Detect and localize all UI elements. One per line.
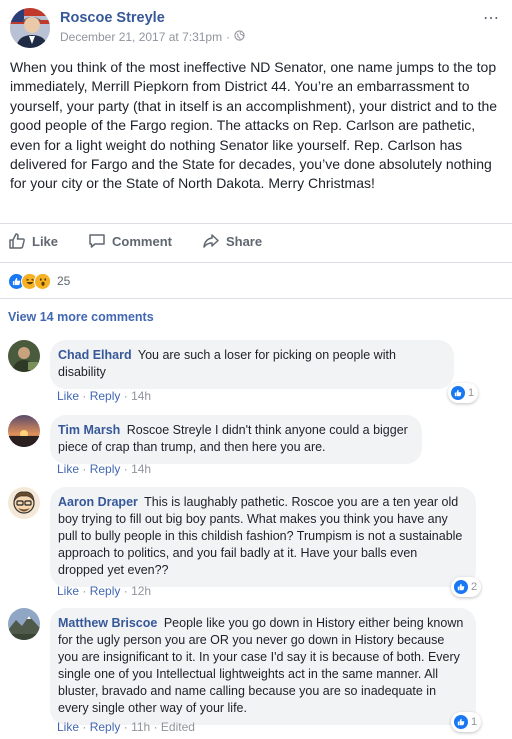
comment-button[interactable]: Comment [88, 232, 172, 250]
comment-actions: Like · Reply · 12h [57, 584, 151, 598]
comment-bubble: Matthew Briscoe People like you go down … [50, 608, 476, 725]
meta-separator: · [226, 30, 231, 44]
comment-text: People like you go down in History eithe… [58, 616, 464, 715]
separator: · [82, 720, 87, 734]
reactions-summary[interactable]: 25 [8, 272, 70, 290]
comment-reply-link[interactable]: Reply [90, 720, 121, 734]
comment-reaction-count: 1 [471, 716, 478, 728]
share-label: Share [225, 233, 263, 249]
comment-reaction-count: 1 [468, 387, 475, 399]
divider [0, 262, 512, 263]
post-header: Roscoe Streyle December 21, 2017 at 7:31… [10, 8, 502, 52]
comment-reaction-count: 2 [471, 581, 478, 593]
separator: · [82, 584, 87, 598]
author-avatar[interactable] [10, 8, 50, 48]
commenter-name[interactable]: Aaron Draper [58, 495, 138, 509]
commenter-name[interactable]: Tim Marsh [58, 423, 120, 437]
comment-reply-link[interactable]: Reply [90, 389, 121, 403]
comment-time[interactable]: 11h [131, 720, 150, 734]
comment-reply-link[interactable]: Reply [90, 462, 121, 476]
edited-label[interactable]: Edited [161, 720, 195, 734]
view-more-comments-link[interactable]: View 14 more comments [8, 310, 154, 324]
like-reaction-icon [454, 715, 468, 729]
comment-like-link[interactable]: Like [57, 462, 79, 476]
reaction-count: 25 [57, 274, 71, 288]
comment-like-link[interactable]: Like [57, 720, 79, 734]
wow-reaction-icon [34, 272, 51, 290]
commenter-avatar[interactable] [8, 415, 40, 447]
comment-time[interactable]: 14h [131, 462, 151, 476]
divider [0, 298, 512, 299]
more-options-icon[interactable]: ⋯ [483, 8, 500, 28]
separator: · [82, 389, 87, 403]
comment-like-link[interactable]: Like [57, 584, 79, 598]
globe-icon [234, 30, 245, 44]
comment-like-link[interactable]: Like [57, 389, 79, 403]
comment-bubble: Aaron Draper This is laughably pathetic.… [50, 487, 476, 587]
share-icon [202, 232, 220, 250]
comment-icon [88, 232, 106, 250]
commenter-name[interactable]: Chad Elhard [58, 348, 132, 362]
commenter-avatar[interactable] [8, 340, 40, 372]
comment-bubble: Tim Marsh Roscoe Streyle I didn't think … [50, 415, 422, 464]
like-reaction-icon [454, 580, 468, 594]
separator: · [123, 462, 128, 476]
comment-reply-link[interactable]: Reply [90, 584, 121, 598]
comment-time[interactable]: 14h [131, 389, 151, 403]
action-bar: Like Comment Share [0, 224, 512, 258]
post-body: When you think of the most ineffective N… [10, 59, 498, 192]
thumbs-up-icon [8, 232, 26, 250]
post-timestamp[interactable]: December 21, 2017 at 7:31pm [60, 30, 222, 44]
author-name[interactable]: Roscoe Streyle [60, 10, 165, 26]
like-button[interactable]: Like [8, 232, 58, 250]
separator: · [123, 584, 128, 598]
separator: · [123, 720, 128, 734]
comment-reactions[interactable]: 1 [448, 383, 479, 403]
like-label: Like [32, 233, 59, 249]
comment-actions: Like · Reply · 14h [57, 389, 151, 403]
comment-label: Comment [112, 233, 172, 249]
separator: · [153, 720, 158, 734]
like-reaction-icon [451, 386, 465, 400]
separator: · [82, 462, 87, 476]
post-meta: December 21, 2017 at 7:31pm · [60, 30, 245, 44]
comment-bubble: Chad Elhard You are such a loser for pic… [50, 340, 454, 389]
commenter-avatar[interactable] [8, 487, 40, 519]
comment-actions: Like · Reply · 14h [57, 462, 151, 476]
comment-actions: Like · Reply · 11h · Edited [57, 720, 195, 734]
comment-reactions[interactable]: 2 [451, 577, 482, 597]
share-button[interactable]: Share [202, 232, 262, 250]
commenter-name[interactable]: Matthew Briscoe [58, 616, 157, 630]
comment-reactions[interactable]: 1 [451, 712, 482, 732]
commenter-avatar[interactable] [8, 608, 40, 640]
comment-time[interactable]: 12h [131, 584, 151, 598]
separator: · [123, 389, 128, 403]
